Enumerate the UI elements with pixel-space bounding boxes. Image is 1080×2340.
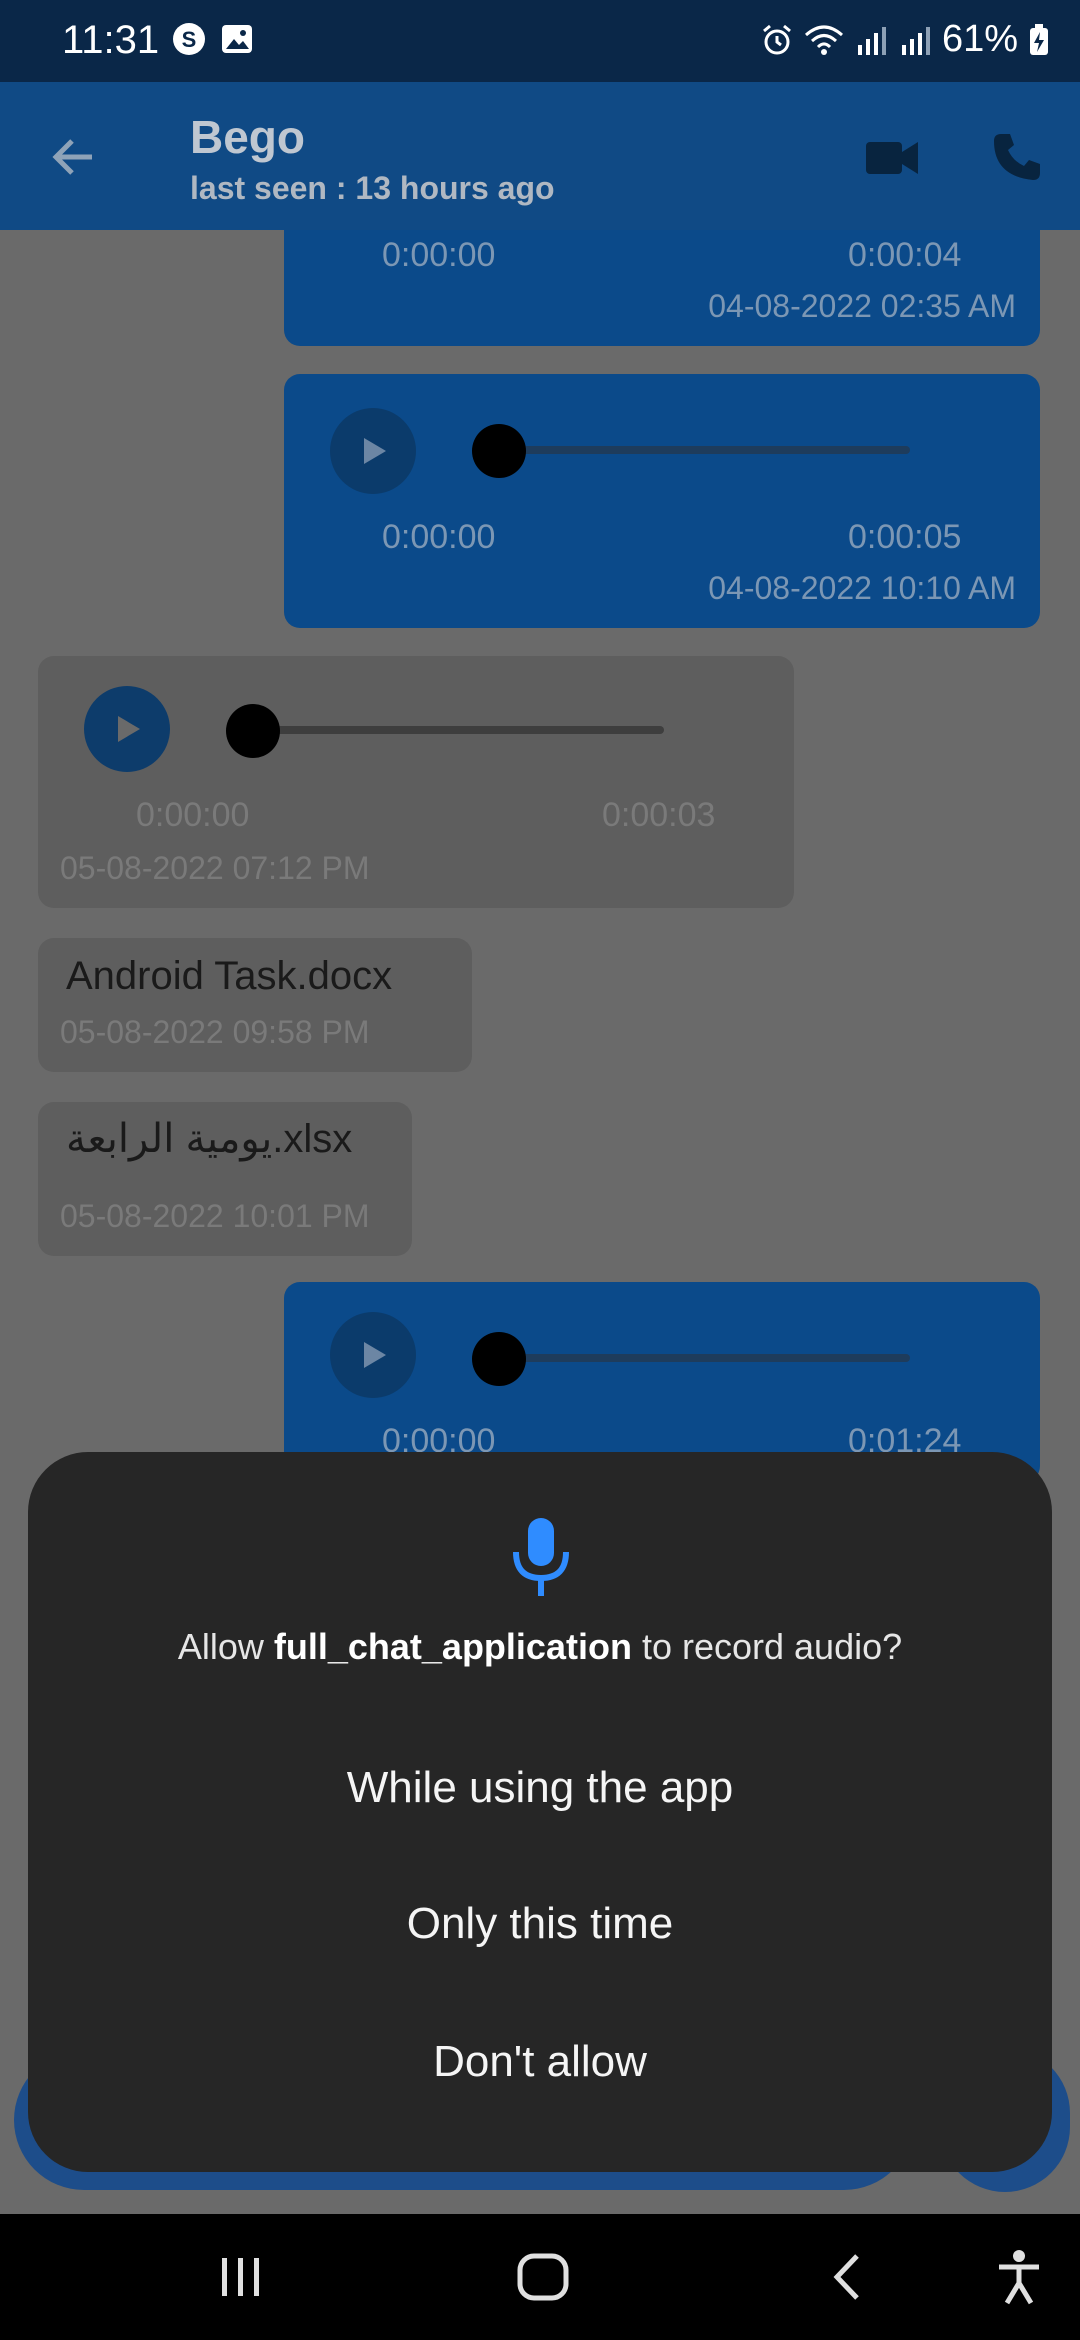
audio-seek-thumb[interactable] [472, 1332, 526, 1386]
audio-seek-track[interactable] [498, 1354, 910, 1362]
message-timestamp: 05-08-2022 10:01 PM [60, 1198, 370, 1234]
back-nav-icon [833, 2254, 859, 2300]
audio-seek-thumb[interactable] [226, 704, 280, 758]
audio-duration: 0:00:03 [602, 796, 716, 834]
while-using-app-button[interactable]: While using the app [28, 1748, 1052, 1828]
play-button[interactable] [330, 408, 416, 494]
gallery-icon [220, 22, 254, 56]
home-icon [517, 2253, 569, 2301]
battery-charging-icon [1028, 23, 1050, 57]
video-call-button[interactable] [862, 128, 922, 188]
app-bar: Bego last seen : 13 hours ago [0, 82, 1080, 230]
alarm-icon [760, 23, 794, 57]
dont-allow-button[interactable]: Don't allow [28, 2022, 1052, 2102]
accessibility-button[interactable] [984, 2244, 1054, 2310]
audio-message-sent: 0:00:00 0:00:04 04-08-2022 02:35 AM [284, 230, 1040, 346]
only-this-time-button[interactable]: Only this time [28, 1884, 1052, 1964]
play-icon [118, 716, 140, 742]
play-button[interactable] [84, 686, 170, 772]
videocam-icon [866, 142, 918, 174]
recent-apps-button[interactable] [206, 2244, 276, 2310]
audio-message-received: 0:00:00 0:00:03 05-08-2022 07:12 PM [38, 656, 794, 908]
back-nav-button[interactable] [812, 2244, 882, 2310]
message-timestamp: 05-08-2022 09:58 PM [60, 1014, 370, 1050]
permission-message-prefix: Allow [177, 1626, 274, 1667]
audio-message-sent: 0:00:00 0:00:05 04-08-2022 10:10 AM [284, 374, 1040, 628]
audio-current-position: 0:00:00 [382, 236, 496, 274]
file-message-received[interactable]: يومية الرابعة.xlsx 05-08-2022 10:01 PM [38, 1102, 412, 1256]
audio-duration: 0:00:04 [848, 236, 962, 274]
audio-current-position: 0:00:00 [136, 796, 250, 834]
audio-seek-track[interactable] [252, 726, 664, 734]
signal-icon-2 [898, 23, 932, 57]
permission-message-suffix: to record audio? [631, 1626, 903, 1667]
svg-text:S: S [182, 27, 197, 52]
navigation-bar [0, 2214, 1080, 2340]
contact-name[interactable]: Bego [190, 110, 305, 164]
voice-call-button[interactable] [984, 124, 1050, 190]
phone-icon [994, 134, 1040, 180]
status-time: 11:31 [62, 18, 160, 62]
play-button[interactable] [330, 1312, 416, 1398]
message-timestamp: 04-08-2022 10:10 AM [708, 570, 1016, 606]
status-bar: 11:31 S 61% [0, 0, 1080, 82]
s-app-icon: S [172, 22, 206, 56]
permission-dialog: Allow full_chat_application to record au… [28, 1452, 1052, 2172]
permission-app-name: full_chat_application [273, 1626, 632, 1667]
play-icon [364, 1342, 386, 1368]
arrow-back-icon [52, 139, 92, 175]
signal-icon [854, 23, 888, 57]
message-timestamp: 05-08-2022 07:12 PM [60, 850, 370, 886]
microphone-icon [513, 1518, 569, 1596]
audio-seek-thumb[interactable] [472, 424, 526, 478]
wifi-icon [804, 23, 844, 57]
back-button[interactable] [40, 124, 106, 190]
last-seen-status: last seen : 13 hours ago [190, 170, 555, 206]
audio-duration: 0:00:05 [848, 518, 962, 556]
permission-message: Allow full_chat_application to record au… [28, 1626, 1052, 1668]
battery-percent: 61% [941, 18, 1018, 60]
file-name: يومية الرابعة.xlsx [66, 1117, 353, 1161]
play-icon [364, 438, 386, 464]
file-name: Android Task.docx [66, 954, 393, 998]
audio-seek-track[interactable] [498, 446, 910, 454]
recent-apps-icon [222, 2258, 259, 2296]
file-message-received[interactable]: Android Task.docx 05-08-2022 09:58 PM [38, 938, 472, 1072]
message-timestamp: 04-08-2022 02:35 AM [708, 288, 1016, 324]
home-button[interactable] [508, 2244, 578, 2310]
accessibility-icon [999, 2250, 1039, 2305]
audio-current-position: 0:00:00 [382, 518, 496, 556]
